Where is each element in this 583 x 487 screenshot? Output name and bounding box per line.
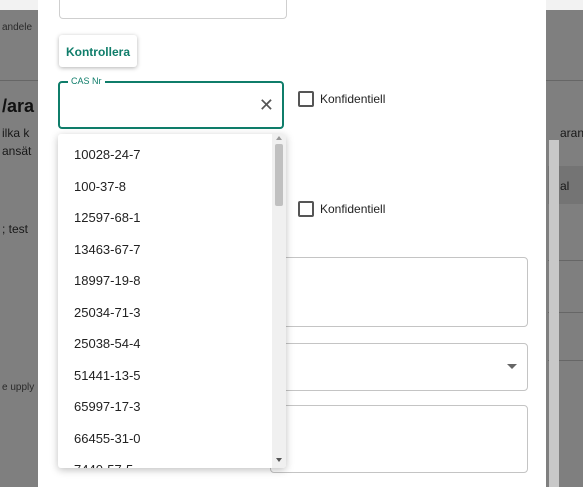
text-area-field[interactable] bbox=[270, 257, 528, 327]
check-button[interactable]: Kontrollera bbox=[59, 35, 137, 67]
cas-option[interactable]: 18997-19-8 bbox=[58, 265, 270, 297]
select-field[interactable] bbox=[270, 343, 528, 391]
modal-scrollbar[interactable] bbox=[549, 140, 559, 487]
cas-option[interactable]: 25034-71-3 bbox=[58, 297, 270, 329]
scrollbar-thumb[interactable] bbox=[275, 144, 283, 206]
cas-option[interactable]: 65997-17-3 bbox=[58, 391, 270, 423]
scroll-down-icon[interactable] bbox=[276, 458, 282, 462]
cas-options-dropdown: 10028-24-7 100-37-8 12597-68-1 13463-67-… bbox=[58, 134, 286, 468]
previous-input-field[interactable] bbox=[59, 0, 287, 19]
confidential-checkbox-row-2[interactable]: Konfidentiell bbox=[298, 201, 385, 217]
text-area-field[interactable] bbox=[270, 405, 528, 473]
confidential-checkbox-row-1[interactable]: Konfidentiell bbox=[298, 91, 385, 107]
confidential-checkbox[interactable] bbox=[298, 201, 314, 217]
cas-option[interactable]: 100-37-8 bbox=[58, 171, 270, 203]
cas-option[interactable]: 13463-67-7 bbox=[58, 234, 270, 266]
confidential-label: Konfidentiell bbox=[320, 92, 386, 106]
cas-field-label: CAS Nr bbox=[68, 76, 105, 86]
confidential-checkbox[interactable] bbox=[298, 91, 314, 107]
cas-option[interactable]: 7440-57-5 bbox=[58, 454, 270, 468]
cas-number-input[interactable] bbox=[72, 97, 256, 119]
cas-option[interactable]: 51441-13-5 bbox=[58, 360, 270, 392]
cas-option[interactable]: 25038-54-4 bbox=[58, 328, 270, 360]
chevron-down-icon bbox=[507, 364, 517, 369]
cas-option[interactable]: 66455-31-0 bbox=[58, 423, 270, 455]
dropdown-scrollbar[interactable] bbox=[272, 134, 286, 468]
cas-options-list: 10028-24-7 100-37-8 12597-68-1 13463-67-… bbox=[58, 134, 270, 468]
cas-number-field[interactable]: CAS Nr ✕ bbox=[58, 76, 284, 129]
scroll-up-icon[interactable] bbox=[276, 136, 282, 140]
cas-option[interactable]: 10028-24-7 bbox=[58, 139, 270, 171]
confidential-label: Konfidentiell bbox=[320, 202, 386, 216]
cas-option[interactable]: 12597-68-1 bbox=[58, 202, 270, 234]
close-icon[interactable]: ✕ bbox=[259, 93, 274, 117]
